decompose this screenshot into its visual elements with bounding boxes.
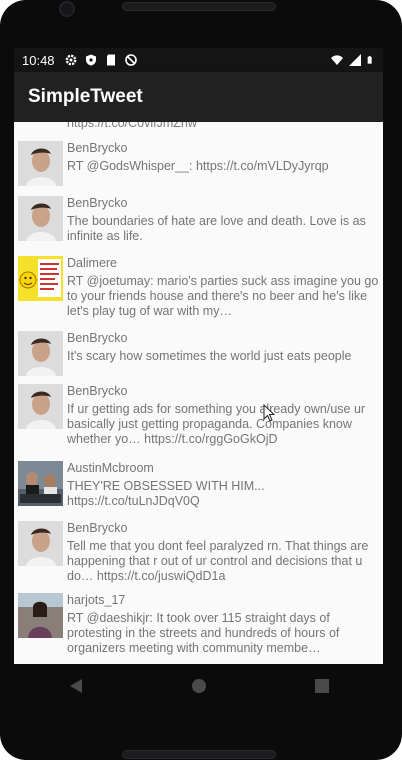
home-button[interactable] [184, 671, 214, 701]
tweet-body: RT @daeshikjr: It took over 115 straight… [67, 611, 340, 655]
shield-icon [85, 54, 96, 66]
avatar[interactable] [18, 384, 63, 429]
no-disturb-icon [124, 54, 137, 66]
avatar[interactable] [18, 331, 63, 376]
avatar[interactable] [18, 521, 63, 566]
tweet-timeline[interactable]: https://t.co/C0vifJmZhw BenBrycko RT @Go… [14, 122, 383, 664]
wifi-icon [331, 55, 343, 65]
tweet-item[interactable]: BenBrycko The boundaries of hate are lov… [14, 196, 383, 256]
tweet-body: The boundaries of hate are love and deat… [67, 214, 366, 243]
avatar[interactable] [18, 461, 63, 506]
status-right-icons [331, 54, 375, 66]
avatar[interactable] [18, 256, 63, 301]
tweet-item[interactable]: BenBrycko If ur getting ads for somethin… [14, 384, 383, 460]
recents-button[interactable] [307, 671, 337, 701]
tweet-body: If ur getting ads for something you alre… [67, 402, 366, 446]
status-time: 10:48 [22, 52, 55, 68]
recents-icon [314, 679, 329, 693]
phone-frame: 10:48 SimpleTweet https://t.co/C0vifJmZh… [0, 0, 402, 760]
top-speaker [122, 2, 276, 11]
tweet-username: BenBrycko [67, 384, 128, 398]
tweet-username: BenBrycko [67, 141, 128, 155]
screen: 10:48 SimpleTweet https://t.co/C0vifJmZh… [14, 48, 383, 664]
gear-icon [65, 54, 76, 66]
tweet-body: It's scary how sometimes the world just … [67, 349, 352, 363]
battery-icon [367, 56, 372, 64]
tweet-body: RT @joetumay: mario's parties suck ass i… [67, 274, 379, 318]
navigation-bar [14, 664, 383, 708]
tweet-body: THEY'RE OBSESSED WITH HIM... https://t.c… [67, 479, 265, 508]
avatar[interactable] [18, 196, 63, 241]
tweet-body: RT @GodsWhisper__: https://t.co/mVLDyJyr… [67, 159, 329, 173]
back-icon [69, 679, 82, 693]
avatar[interactable] [18, 593, 63, 638]
signal-icon [349, 54, 361, 66]
mouse-cursor-icon [263, 404, 275, 422]
tweet-item[interactable]: harjots_17 RT @daeshikjr: It took over 1… [14, 593, 383, 664]
tweet-username: BenBrycko [67, 331, 128, 345]
status-left-icons [65, 54, 137, 66]
home-icon [191, 679, 206, 693]
tweet-username: Dalimere [67, 256, 118, 270]
front-camera [59, 1, 75, 17]
bottom-speaker [122, 750, 276, 759]
status-bar: 10:48 [14, 48, 383, 72]
avatar[interactable] [18, 141, 63, 186]
tweet-item[interactable]: BenBrycko Tell me that you dont feel par… [14, 521, 383, 591]
tweet-item[interactable]: BenBrycko RT @GodsWhisper__: https://t.c… [14, 141, 383, 201]
app-title: SimpleTweet [28, 86, 143, 107]
tweet-username: harjots_17 [67, 593, 126, 607]
tweet-item[interactable]: BenBrycko It's scary how sometimes the w… [14, 331, 383, 381]
tweet-body: Tell me that you dont feel paralyzed rn.… [67, 539, 369, 583]
tweet-username: BenBrycko [67, 196, 128, 210]
back-button[interactable] [61, 671, 91, 701]
tweet-username: AustinMcbroom [67, 461, 154, 475]
sd-card-icon [106, 54, 115, 66]
tweet-item[interactable]: AustinMcbroom THEY'RE OBSESSED WITH HIM.… [14, 461, 383, 519]
tweet-item[interactable]: Dalimere RT @joetumay: mario's parties s… [14, 256, 383, 328]
app-bar: SimpleTweet [14, 72, 383, 122]
tweet-username: BenBrycko [67, 521, 128, 535]
partial-tweet-text: https://t.co/C0vifJmZhw [67, 122, 197, 130]
